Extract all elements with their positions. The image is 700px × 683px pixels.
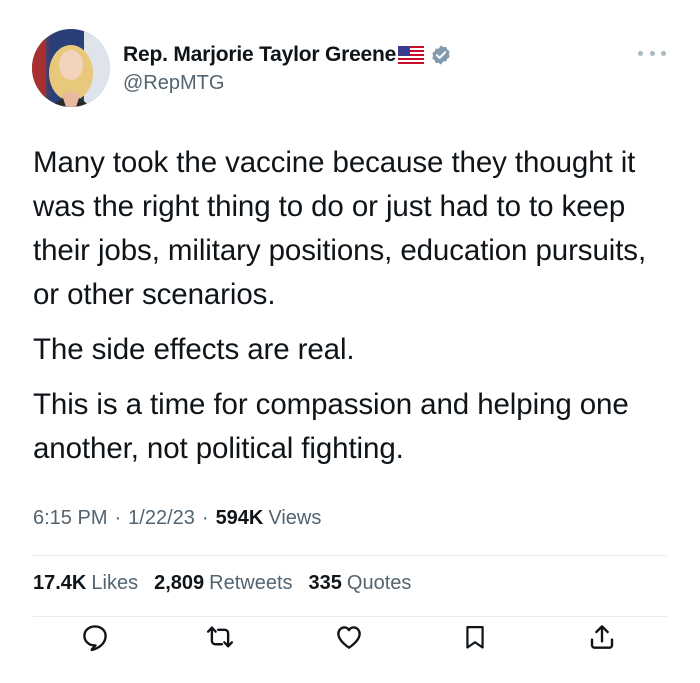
more-options-button[interactable] xyxy=(638,44,666,62)
meta-separator: · xyxy=(114,507,122,529)
more-dot-icon xyxy=(638,50,643,56)
bookmark-icon xyxy=(466,625,484,649)
tweet-meta: 6:15 PM · 1/22/23 · 594K Views xyxy=(33,507,321,530)
tweet-card: Rep. Marjorie Taylor Greene @RepMTG Many… xyxy=(0,0,700,683)
verified-badge-icon xyxy=(430,44,452,66)
retweets-count: 2,809 xyxy=(154,572,205,594)
share-button[interactable] xyxy=(582,617,622,657)
retweets-stat[interactable]: 2,809 Retweets xyxy=(154,572,292,595)
retweets-label: Retweets xyxy=(209,572,293,594)
more-dot-icon xyxy=(649,50,655,56)
views-count: 594K xyxy=(215,507,264,529)
us-flag-icon xyxy=(398,46,425,64)
retweet-icon xyxy=(206,626,234,648)
like-button[interactable] xyxy=(329,617,369,657)
quotes-stat[interactable]: 335 Quotes xyxy=(309,572,412,595)
views-label: Views xyxy=(268,507,322,529)
more-dot-icon xyxy=(661,50,666,56)
tweet-paragraph: Many took the vaccine because they thoug… xyxy=(33,146,647,311)
display-name[interactable]: Rep. Marjorie Taylor Greene xyxy=(123,43,396,67)
tweet-date[interactable]: 1/22/23 xyxy=(128,507,195,530)
tweet-time[interactable]: 6:15 PM xyxy=(33,507,107,530)
quotes-label: Quotes xyxy=(346,572,412,594)
likes-label: Likes xyxy=(91,572,139,594)
likes-count: 17.4K xyxy=(33,572,87,594)
avatar[interactable] xyxy=(32,29,110,107)
author-name-row[interactable]: Rep. Marjorie Taylor Greene xyxy=(123,40,452,70)
meta-separator: · xyxy=(201,507,209,529)
author-handle[interactable]: @RepMTG xyxy=(123,72,224,95)
likes-stat[interactable]: 17.4K Likes xyxy=(33,572,138,595)
tweet-paragraph: This is a time for compassion and helpin… xyxy=(33,388,629,465)
tweet-text: Many took the vaccine because they thoug… xyxy=(33,141,673,482)
reply-button[interactable] xyxy=(75,617,115,657)
reply-icon xyxy=(83,625,107,652)
action-bar xyxy=(0,606,700,652)
tweet-stats: 17.4K Likes 2,809 Retweets 335 Quotes xyxy=(33,572,427,595)
tweet-paragraph: The side effects are real. xyxy=(33,333,355,366)
divider xyxy=(33,555,667,556)
retweet-button[interactable] xyxy=(200,617,240,657)
bookmark-button[interactable] xyxy=(455,617,495,657)
share-icon xyxy=(590,625,614,649)
quotes-count: 335 xyxy=(308,572,342,594)
like-icon xyxy=(337,626,361,649)
